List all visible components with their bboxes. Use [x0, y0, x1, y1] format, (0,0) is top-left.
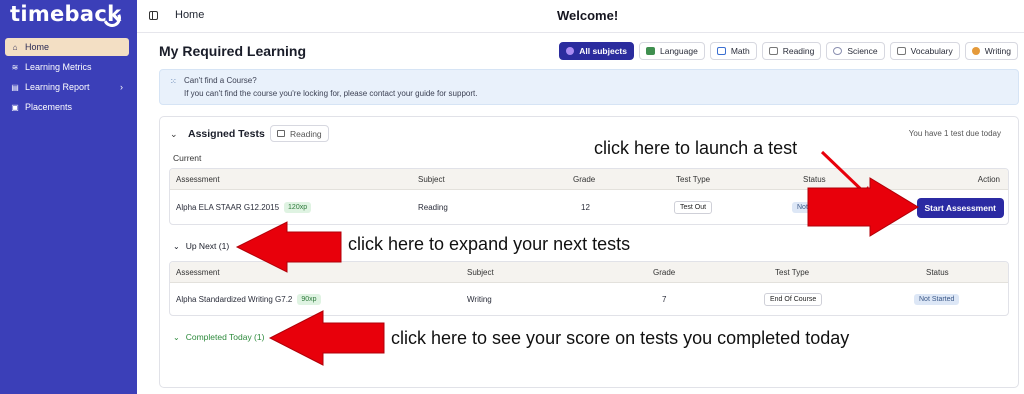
- sidebar-item-label: Placements: [25, 102, 73, 112]
- filter-label: Vocabulary: [910, 46, 953, 56]
- xp-badge: 120xp: [284, 202, 312, 213]
- filter-reading[interactable]: Reading: [761, 42, 822, 60]
- assessment-name: Alpha ELA STAAR G12.2015: [176, 203, 280, 212]
- sidebar: timeback ⌂ Home ≋ Learning Metrics ▤ Lea…: [0, 0, 137, 394]
- info-grid-icon: ⁙: [170, 77, 177, 86]
- completed-today-label: Completed Today (1): [185, 332, 265, 342]
- breadcrumb: Home: [175, 9, 205, 21]
- due-note: You have 1 test due today: [908, 129, 1001, 138]
- pencil-icon: [971, 47, 980, 55]
- col-grade: Grade: [573, 174, 596, 184]
- home-icon: ⌂: [12, 42, 18, 52]
- filter-label: Math: [730, 46, 750, 56]
- annotation-expand: click here to expand your next tests: [348, 234, 631, 254]
- chevron-down-icon: ⌄: [173, 241, 180, 251]
- filter-label: Writing: [984, 46, 1011, 56]
- flask-icon: [833, 47, 843, 55]
- col-subject: Subject: [467, 267, 494, 277]
- subject-chip-label: Reading: [290, 128, 322, 139]
- col-test-type: Test Type: [676, 174, 711, 184]
- book-icon: [277, 130, 285, 137]
- filter-label: Reading: [782, 46, 815, 56]
- test-type-tag: End Of Course: [764, 293, 823, 306]
- sidebar-item-label: Home: [25, 42, 50, 52]
- completed-today-toggle[interactable]: ⌄ Completed Today (1): [173, 332, 264, 342]
- up-next-toggle[interactable]: ⌄ Up Next (1): [173, 241, 229, 251]
- info-banner: ⁙ Can't find a Course? If you can't find…: [159, 69, 1019, 105]
- subject-value: Writing: [467, 295, 492, 304]
- language-icon: [645, 47, 655, 55]
- book-icon: [768, 47, 778, 55]
- annotation-launch: click here to launch a test: [594, 138, 798, 158]
- banner-title: Can't find a Course?: [184, 76, 257, 85]
- table-header: Assessment Subject Grade Test Type Statu…: [170, 169, 1008, 190]
- filter-label: All subjects: [579, 46, 627, 56]
- filter-science[interactable]: Science: [826, 42, 885, 60]
- filter-writing[interactable]: Writing: [964, 42, 1018, 60]
- subject-filters: All subjects Language Math Reading Scien…: [559, 42, 1018, 60]
- sparkle-icon: [566, 47, 575, 55]
- report-icon: ▤: [11, 82, 19, 92]
- subject-chip-reading: Reading: [270, 125, 329, 142]
- up-next-label: Up Next (1): [185, 241, 230, 251]
- grade-value: 7: [662, 295, 667, 304]
- filter-math[interactable]: Math: [709, 42, 757, 60]
- placements-icon: ▣: [11, 102, 19, 112]
- book-open-icon: [896, 47, 906, 55]
- current-label: Current: [173, 153, 202, 163]
- col-action: Action: [977, 174, 1000, 184]
- filter-language[interactable]: Language: [638, 42, 705, 60]
- table-row: Alpha Standardized Writing G7.2 90xp Wri…: [170, 283, 1008, 315]
- table-header: Assessment Subject Grade Test Type Statu…: [170, 262, 1008, 283]
- metrics-icon: ≋: [11, 62, 19, 72]
- assigned-tests-title: Assigned Tests: [188, 128, 265, 140]
- col-grade: Grade: [653, 267, 676, 277]
- filter-label: Science: [847, 46, 878, 56]
- sidebar-toggle-icon[interactable]: [149, 11, 158, 20]
- filter-all-subjects[interactable]: All subjects: [559, 42, 634, 60]
- top-bar: Home Welcome!: [137, 0, 1024, 33]
- status-badge: Not: [792, 202, 813, 213]
- assessment-name: Alpha Standardized Writing G7.2: [176, 295, 293, 304]
- col-test-type: Test Type: [775, 267, 810, 277]
- chevron-right-icon: ›: [120, 82, 123, 92]
- col-subject: Subject: [418, 174, 445, 184]
- subject-value: Reading: [418, 203, 448, 212]
- table-row: Alpha ELA STAAR G12.2015 120xp Reading 1…: [170, 190, 1008, 224]
- banner-message: If you can't find the course you're lock…: [184, 89, 478, 98]
- filter-label: Language: [659, 46, 698, 56]
- col-assessment: Assessment: [176, 174, 220, 184]
- current-tests-table: Assessment Subject Grade Test Type Statu…: [169, 168, 1009, 225]
- sidebar-item-learning-metrics[interactable]: ≋ Learning Metrics: [5, 58, 129, 76]
- up-next-table: Assessment Subject Grade Test Type Statu…: [169, 261, 1009, 316]
- chevron-down-icon[interactable]: ⌄: [170, 129, 178, 140]
- sidebar-item-home[interactable]: ⌂ Home: [5, 38, 129, 56]
- col-status: Status: [803, 174, 826, 184]
- filter-vocabulary[interactable]: Vocabulary: [889, 42, 960, 60]
- col-assessment: Assessment: [176, 267, 220, 277]
- welcome-title: Welcome!: [557, 8, 619, 23]
- sidebar-item-learning-report[interactable]: ▤ Learning Report ›: [5, 78, 129, 96]
- sidebar-nav: ⌂ Home ≋ Learning Metrics ▤ Learning Rep…: [5, 38, 129, 118]
- annotation-score: click here to see your score on tests yo…: [391, 328, 850, 348]
- page-title: My Required Learning: [159, 43, 307, 59]
- col-status: Status: [926, 267, 949, 277]
- start-assessment-button[interactable]: Start Assessment: [916, 197, 1004, 218]
- sidebar-item-placements[interactable]: ▣ Placements: [5, 98, 129, 116]
- test-type-tag: Test Out: [674, 201, 713, 214]
- chevron-down-icon: ⌄: [173, 332, 180, 342]
- math-icon: [716, 47, 726, 55]
- sidebar-item-label: Learning Metrics: [25, 62, 92, 72]
- sidebar-item-label: Learning Report: [25, 82, 90, 92]
- grade-value: 12: [581, 203, 590, 212]
- xp-badge: 90xp: [297, 294, 321, 305]
- status-badge: Not Started: [914, 294, 960, 305]
